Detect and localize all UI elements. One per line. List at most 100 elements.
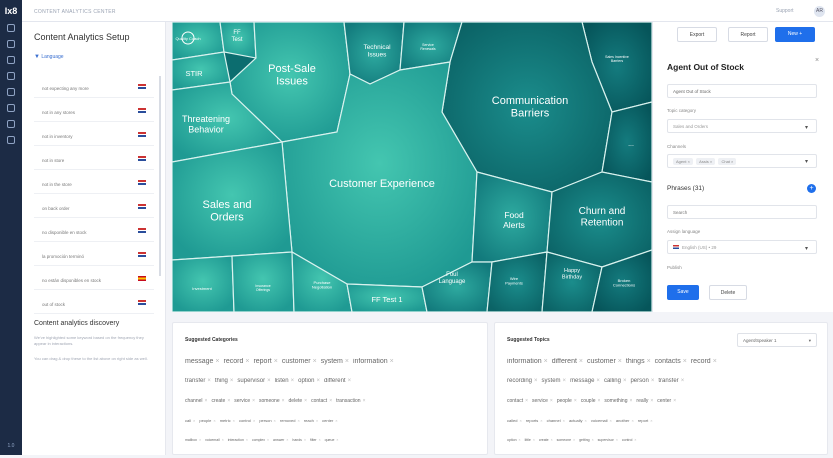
remove-icon[interactable]: × xyxy=(297,418,299,423)
keyword-tag[interactable]: queue × xyxy=(325,438,339,442)
keyword-tag[interactable]: called × xyxy=(507,418,522,423)
keyword-tag[interactable]: things × xyxy=(626,358,651,365)
remove-icon[interactable]: × xyxy=(274,418,276,423)
remove-icon[interactable]: × xyxy=(215,358,219,365)
remove-icon[interactable]: × xyxy=(596,378,600,384)
remove-icon[interactable]: × xyxy=(681,378,685,384)
keyword-tag[interactable]: message × xyxy=(185,358,220,365)
remove-icon[interactable]: × xyxy=(282,398,285,404)
remove-icon[interactable]: × xyxy=(227,398,230,404)
keyword-tag[interactable]: getting × xyxy=(579,438,594,442)
remove-icon[interactable]: × xyxy=(579,358,583,365)
language-filter[interactable]: ▼ Language xyxy=(34,54,64,60)
phrase-search-input[interactable] xyxy=(667,205,817,219)
remove-icon[interactable]: × xyxy=(563,378,567,384)
remove-icon[interactable]: × xyxy=(618,358,622,365)
channel-chip[interactable]: Agent × xyxy=(673,158,693,165)
keyword-tag[interactable]: reach × xyxy=(304,418,318,423)
remove-icon[interactable]: × xyxy=(713,358,717,365)
keyword-tag[interactable]: center × xyxy=(657,398,676,404)
remove-icon[interactable]: × xyxy=(267,438,269,442)
save-button[interactable]: Save xyxy=(667,285,699,300)
remove-icon[interactable]: × xyxy=(319,438,321,442)
keyword-tag[interactable]: create × xyxy=(539,438,553,442)
keyword-tag[interactable]: people × xyxy=(199,418,215,423)
avatar[interactable]: AR xyxy=(814,6,825,17)
report-button[interactable]: Report xyxy=(728,27,768,42)
remove-icon[interactable]: × xyxy=(673,398,676,404)
keyword-tag[interactable]: transfer × xyxy=(658,378,684,384)
remove-icon[interactable]: × xyxy=(544,358,548,365)
keyword-tag[interactable]: person × xyxy=(259,418,276,423)
grid-icon[interactable] xyxy=(7,24,15,32)
keyword-tag[interactable]: system × xyxy=(542,378,567,384)
keyword-tag[interactable]: something × xyxy=(604,398,632,404)
remove-icon[interactable]: × xyxy=(551,438,553,442)
share-icon[interactable] xyxy=(7,88,15,96)
keyword-tag[interactable]: metric × xyxy=(220,418,235,423)
keyword-tag[interactable]: someone × xyxy=(557,438,575,442)
keyword-tag[interactable]: little × xyxy=(525,438,535,442)
remove-icon[interactable]: × xyxy=(519,438,521,442)
support-link[interactable]: Support xyxy=(776,8,794,14)
keyword-tag[interactable]: information × xyxy=(353,358,394,365)
remove-icon[interactable]: × xyxy=(631,418,633,423)
settings-icon[interactable] xyxy=(7,136,15,144)
keyword-tag[interactable]: different × xyxy=(552,358,583,365)
remove-icon[interactable]: × xyxy=(245,358,249,365)
remove-icon[interactable]: × xyxy=(616,438,618,442)
remove-icon[interactable]: × xyxy=(650,418,652,423)
remove-icon[interactable]: × xyxy=(623,378,627,384)
keyword-tag[interactable]: control × xyxy=(622,438,637,442)
remove-icon[interactable]: × xyxy=(230,378,234,384)
remove-icon[interactable]: × xyxy=(316,418,318,423)
remove-icon[interactable]: × xyxy=(650,398,653,404)
phrase-list-item[interactable]: not expecting any more xyxy=(34,76,154,98)
keyword-tag[interactable]: record × xyxy=(691,358,717,365)
keyword-tag[interactable]: record × xyxy=(224,358,250,365)
keyword-tag[interactable]: really × xyxy=(636,398,653,404)
remove-icon[interactable]: × xyxy=(597,398,600,404)
remove-icon[interactable]: × xyxy=(563,418,565,423)
delete-button[interactable]: Delete xyxy=(709,285,747,300)
remove-icon[interactable]: × xyxy=(193,418,195,423)
keyword-tag[interactable]: report × xyxy=(253,358,277,365)
remove-icon[interactable]: × xyxy=(316,378,320,384)
keyword-tag[interactable]: listen × xyxy=(275,378,295,384)
remove-icon[interactable]: × xyxy=(550,398,553,404)
keyword-tag[interactable]: calling × xyxy=(604,378,627,384)
keyword-tag[interactable]: mailbox × xyxy=(185,438,201,442)
keyword-tag[interactable]: call × xyxy=(185,418,195,423)
keyword-tag[interactable]: someone × xyxy=(259,398,285,404)
close-icon[interactable]: × xyxy=(815,57,819,64)
remove-icon[interactable]: × xyxy=(592,438,594,442)
remove-icon[interactable]: × xyxy=(291,378,295,384)
remove-icon[interactable]: × xyxy=(585,418,587,423)
export-button[interactable]: Export xyxy=(677,27,717,42)
remove-icon[interactable]: × xyxy=(647,358,651,365)
remove-icon[interactable]: × xyxy=(651,378,655,384)
phrase-list-item[interactable]: not in any stores xyxy=(34,100,154,122)
chart-icon[interactable] xyxy=(7,120,15,128)
keyword-tag[interactable]: supervisor × xyxy=(598,438,618,442)
keyword-tag[interactable]: another × xyxy=(616,418,634,423)
remove-icon[interactable]: × xyxy=(286,438,288,442)
phrase-list-item[interactable]: not in store xyxy=(34,148,154,170)
new-button[interactable]: New + xyxy=(775,27,815,42)
keyword-tag[interactable]: filter × xyxy=(310,438,321,442)
keyword-tag[interactable]: customer × xyxy=(587,358,622,365)
scrollbar[interactable] xyxy=(159,76,161,276)
remove-icon[interactable]: × xyxy=(390,358,394,365)
remove-icon[interactable]: × xyxy=(213,418,215,423)
speaker-select[interactable]: Agent/Speaker 1 ▾ xyxy=(737,333,817,347)
remove-icon[interactable]: × xyxy=(199,438,201,442)
topic-name-input[interactable]: Agent Out of Stock xyxy=(667,84,817,98)
keyword-tag[interactable]: information × xyxy=(507,358,548,365)
remove-icon[interactable]: × xyxy=(329,398,332,404)
keyword-tag[interactable]: removed × xyxy=(280,418,300,423)
keyword-tag[interactable]: message × xyxy=(570,378,600,384)
remove-icon[interactable]: × xyxy=(246,438,248,442)
keyword-tag[interactable]: contact × xyxy=(507,398,528,404)
treemap-cell-investment[interactable] xyxy=(172,255,235,312)
remove-icon[interactable]: × xyxy=(525,398,528,404)
